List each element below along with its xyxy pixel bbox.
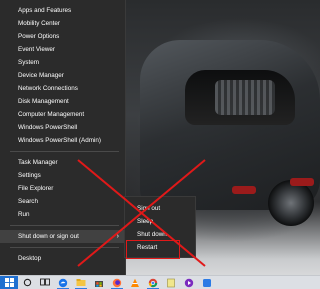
menu-item-device-manager[interactable]: Device Manager <box>0 69 125 82</box>
menu-item-label: Shut down or sign out <box>18 233 79 240</box>
menu-item-task-manager[interactable]: Task Manager <box>0 156 125 169</box>
menu-item-label: Power Options <box>18 33 60 40</box>
media-button[interactable] <box>180 276 198 289</box>
submenu-item-label: Shut down <box>137 231 167 238</box>
search-icon <box>23 278 31 287</box>
menu-item-label: Windows PowerShell <box>18 124 78 131</box>
file-explorer-icon <box>76 279 86 286</box>
menu-item-label: Desktop <box>18 255 42 262</box>
menu-item-label: File Explorer <box>18 185 54 192</box>
menu-item-label: Computer Management <box>18 111 85 118</box>
menu-item-settings[interactable]: Settings <box>0 169 125 182</box>
car-engine <box>215 80 275 115</box>
submenu-item-label: Sign out <box>137 205 161 212</box>
menu-separator <box>10 225 119 226</box>
menu-item-label: System <box>18 59 39 66</box>
menu-item-label: Apps and Features <box>18 7 72 14</box>
notes-icon <box>167 278 175 287</box>
notes-button[interactable] <box>162 276 180 289</box>
vlc-icon <box>131 278 139 287</box>
firefox-icon <box>112 278 122 287</box>
menu-item-label: Disk Management <box>18 98 69 105</box>
menu-item-label: Task Manager <box>18 159 58 166</box>
taskbar <box>0 275 320 289</box>
menu-item-system[interactable]: System <box>0 56 125 69</box>
menu-item-mobility-center[interactable]: Mobility Center <box>0 17 125 30</box>
edge-button[interactable] <box>54 276 72 289</box>
menu-item-shut-down-or-sign-out[interactable]: Shut down or sign out › <box>0 230 125 243</box>
menu-item-file-explorer[interactable]: File Explorer <box>0 182 125 195</box>
menu-item-search[interactable]: Search <box>0 195 125 208</box>
chevron-right-icon: › <box>116 233 119 240</box>
task-view-button[interactable] <box>36 276 54 289</box>
menu-item-run[interactable]: Run <box>0 208 125 221</box>
store-button[interactable] <box>90 276 108 289</box>
task-view-icon <box>40 278 50 286</box>
windows-logo-icon <box>4 278 14 287</box>
menu-item-label: Event Viewer <box>18 46 55 53</box>
submenu-item-label: Sleep <box>137 218 154 225</box>
media-icon <box>184 278 194 287</box>
search-button[interactable] <box>18 276 36 289</box>
car-tail-light-left <box>232 186 256 194</box>
restart-highlight-box <box>126 240 180 259</box>
menu-separator <box>10 247 119 248</box>
edge-icon <box>58 278 68 287</box>
chrome-icon <box>148 278 158 287</box>
menu-item-windows-powershell-admin[interactable]: Windows PowerShell (Admin) <box>0 134 125 147</box>
car-rear-wheel <box>268 180 314 226</box>
menu-item-desktop[interactable]: Desktop <box>0 252 125 265</box>
store-icon <box>95 280 103 287</box>
menu-item-label: Search <box>18 198 38 205</box>
submenu-item-sleep[interactable]: Sleep <box>125 215 195 228</box>
app-button[interactable] <box>198 276 216 289</box>
menu-item-label: Windows PowerShell (Admin) <box>18 137 101 144</box>
menu-item-network-connections[interactable]: Network Connections <box>0 82 125 95</box>
menu-item-windows-powershell[interactable]: Windows PowerShell <box>0 121 125 134</box>
app-icon <box>203 278 211 287</box>
chrome-button[interactable] <box>144 276 162 289</box>
menu-item-computer-management[interactable]: Computer Management <box>0 108 125 121</box>
menu-item-label: Network Connections <box>18 85 78 92</box>
menu-item-label: Mobility Center <box>18 20 60 27</box>
menu-item-apps-and-features[interactable]: Apps and Features <box>0 4 125 17</box>
menu-item-power-options[interactable]: Power Options <box>0 30 125 43</box>
menu-item-label: Settings <box>18 172 41 179</box>
start-button[interactable] <box>0 276 18 289</box>
firefox-button[interactable] <box>108 276 126 289</box>
menu-item-label: Run <box>18 211 30 218</box>
winx-menu: Apps and Features Mobility Center Power … <box>0 0 126 275</box>
car-tail-light-right <box>290 178 314 186</box>
menu-item-disk-management[interactable]: Disk Management <box>0 95 125 108</box>
menu-item-event-viewer[interactable]: Event Viewer <box>0 43 125 56</box>
menu-separator <box>10 151 119 152</box>
vlc-button[interactable] <box>126 276 144 289</box>
file-explorer-button[interactable] <box>72 276 90 289</box>
submenu-item-sign-out[interactable]: Sign out <box>125 202 195 215</box>
menu-item-label: Device Manager <box>18 72 64 79</box>
